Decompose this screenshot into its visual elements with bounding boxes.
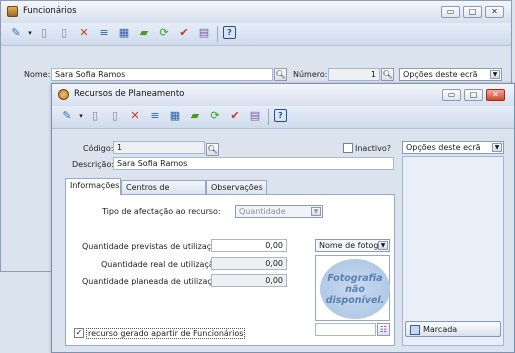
inactivo-label: Inactivo? [355, 144, 391, 153]
photo-path-field[interactable] [315, 323, 376, 336]
recursos-titlebar[interactable]: Recursos de Planeamento ▭ □ ✕ [52, 84, 514, 107]
options-dropdown-value: Opções deste ecrã [406, 143, 481, 152]
check-icon[interactable]: ✔ [228, 109, 242, 123]
tipo-value: Quantidade [239, 207, 286, 216]
name-lookup-button[interactable]: 🔍︎ [274, 68, 287, 81]
app-icon [7, 6, 18, 17]
right-panel: Marcada [402, 156, 504, 346]
recurso-gerado-label: recurso gerado apartir de Funcionários [86, 328, 246, 339]
chevron-down-icon[interactable]: ▼ [311, 207, 321, 216]
photo-box[interactable]: Fotografia não disponível. [315, 255, 390, 321]
tools-icon[interactable]: ✎ [60, 109, 74, 123]
tools-icon[interactable]: ✎ [9, 26, 23, 40]
photo-placeholder: Fotografia não disponível. [320, 259, 390, 319]
check-icon[interactable]: ✔ [177, 26, 191, 40]
refresh-icon[interactable]: ⟳ [157, 26, 171, 40]
marcada-label: Marcada [423, 325, 458, 334]
name-field[interactable]: Sara Sofia Ramos [51, 68, 273, 81]
informacoes-panel: Tipo de afectação ao recurso: Quantidade… [65, 194, 395, 346]
chevron-down-icon[interactable]: ▼ [378, 241, 388, 250]
print-icon[interactable]: ▤ [248, 109, 262, 123]
edit-icon[interactable]: ≡ [148, 109, 162, 123]
app-icon [58, 89, 69, 100]
open-folder-icon[interactable]: ▰ [188, 109, 202, 123]
funcionarios-titlebar[interactable]: Funcionários ▭ □ ✕ [1, 1, 511, 24]
options-dropdown[interactable]: Opções deste ecrã ▼ [399, 68, 502, 81]
copy-doc-icon[interactable]: ▯ [108, 109, 122, 123]
tab-informacoes[interactable]: Informações [65, 178, 121, 195]
number-label: Número: [293, 70, 328, 79]
window-title: Funcionários [23, 6, 77, 16]
copy-doc-icon[interactable]: ▯ [57, 26, 71, 40]
chevron-down-icon[interactable]: ▼ [490, 70, 500, 79]
window-title: Recursos de Planeamento [74, 89, 185, 99]
qt-real-label: Quantidade real de utilização: [101, 260, 222, 269]
new-doc-icon[interactable]: ▯ [37, 26, 51, 40]
minimize-button[interactable]: ▭ [442, 89, 461, 101]
print-icon[interactable]: ▤ [197, 26, 211, 40]
minimize-button[interactable]: ▭ [441, 6, 460, 18]
new-doc-icon[interactable]: ▯ [88, 109, 102, 123]
grid-icon[interactable]: ▦ [117, 26, 131, 40]
toolbar-separator [268, 109, 269, 125]
qt-prevista-field[interactable]: 0,00 [211, 239, 287, 252]
help-icon[interactable]: ? [223, 26, 236, 39]
toolbar-separator [217, 26, 218, 42]
descricao-field[interactable]: Sara Sofia Ramos [113, 157, 394, 170]
dropdown-arrow-icon[interactable]: ▾ [74, 109, 88, 123]
options-dropdown[interactable]: Opções deste ecrã ▼ [402, 141, 504, 154]
tipo-label: Tipo de afectação ao recurso: [102, 207, 221, 216]
edit-icon[interactable]: ≡ [97, 26, 111, 40]
delete-icon[interactable]: ✕ [128, 109, 142, 123]
recurso-gerado-checkbox[interactable]: ✓ [74, 328, 84, 338]
open-folder-icon[interactable]: ▰ [137, 26, 151, 40]
codigo-field[interactable]: 1 [113, 141, 205, 154]
tab-centros-de-trabalho[interactable]: Centros de Trabalho [121, 180, 206, 206]
tab-observacoes[interactable]: Observações [206, 180, 267, 195]
name-label: Nome: [24, 70, 51, 79]
photo-name-dropdown[interactable]: Nome de fotogr ▼ [315, 239, 390, 252]
codigo-label: Código: [83, 144, 114, 153]
help-icon[interactable]: ? [274, 109, 287, 122]
close-button[interactable]: ✕ [485, 6, 504, 18]
dropdown-arrow-icon[interactable]: ▾ [23, 26, 37, 40]
qt-prevista-label: Quantidade previstas de utilização: [82, 242, 224, 251]
number-field[interactable]: 1 [328, 68, 380, 81]
qt-planeada-field[interactable]: 0,00 [211, 274, 287, 287]
options-dropdown-value: Opções deste ecrã [403, 70, 478, 79]
marcada-button[interactable]: Marcada [405, 321, 501, 337]
recursos-window: Recursos de Planeamento ▭ □ ✕ ✎ ▾ ▯ ▯ ✕ … [51, 83, 515, 353]
photo-name-value: Nome de fotogr [319, 241, 382, 250]
number-lookup-button[interactable]: 🔍︎ [381, 68, 394, 81]
grid-icon[interactable]: ▦ [168, 109, 182, 123]
recursos-toolbar: ✎ ▾ ▯ ▯ ✕ ≡ ▦ ▰ ⟳ ✔ ▤ ? [52, 106, 514, 129]
photo-placeholder-text: Fotografia não disponível. [325, 272, 385, 306]
close-button[interactable]: ✕ [486, 89, 505, 101]
restore-button[interactable]: □ [463, 6, 482, 18]
refresh-icon[interactable]: ⟳ [208, 109, 222, 123]
tipo-dropdown[interactable]: Quantidade ▼ [235, 205, 323, 218]
delete-icon[interactable]: ✕ [77, 26, 91, 40]
qt-real-field[interactable]: 0,00 [211, 257, 287, 270]
descricao-label: Descrição: [72, 160, 115, 169]
codigo-lookup-button[interactable]: 🔍︎ [206, 143, 219, 156]
chevron-down-icon[interactable]: ▼ [492, 143, 502, 152]
photo-browse-button[interactable]: ☷ [377, 323, 390, 336]
inactivo-checkbox[interactable] [343, 143, 353, 153]
restore-button[interactable]: □ [464, 89, 483, 101]
funcionarios-toolbar: ✎ ▾ ▯ ▯ ✕ ≡ ▦ ▰ ⟳ ✔ ▤ ? [1, 23, 511, 46]
marcada-icon [410, 325, 420, 335]
qt-planeada-label: Quantidade planeada de utilização: [82, 277, 225, 286]
